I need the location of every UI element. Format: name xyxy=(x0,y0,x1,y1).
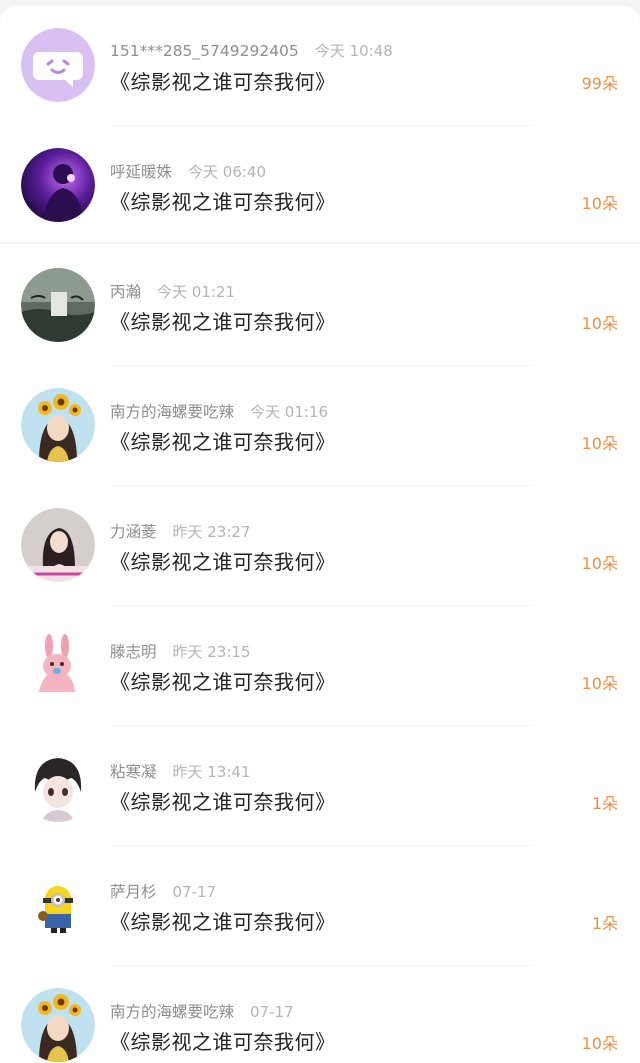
user-name: 萨月杉 xyxy=(110,883,157,901)
flower-count: 10朵 xyxy=(581,314,618,333)
timestamp: 昨天 13:41 xyxy=(172,763,251,781)
book-title: 《综影视之谁可奈我何》 xyxy=(110,1030,336,1054)
user-name: 力涵菱 xyxy=(110,523,157,541)
timestamp: 07-17 xyxy=(250,1003,294,1021)
list-item[interactable]: 萨月杉 07-17 《综影视之谁可奈我何》 1朵 xyxy=(0,846,640,966)
flower-count: 1朵 xyxy=(591,914,618,933)
user-name: 丙瀚 xyxy=(110,283,142,301)
book-title: 《综影视之谁可奈我何》 xyxy=(110,910,336,934)
list-item[interactable]: 151***285_5749292405 今天 10:48 《综影视之谁可奈我何》… xyxy=(0,6,640,126)
flower-count: 10朵 xyxy=(581,434,618,453)
pink-rabbit-avatar-icon[interactable] xyxy=(21,628,95,702)
gift-list-page: 151***285_5749292405 今天 10:48 《综影视之谁可奈我何》… xyxy=(0,0,640,1063)
dark-landscape-avatar-icon[interactable] xyxy=(21,268,95,342)
timestamp: 昨天 23:27 xyxy=(172,523,251,541)
book-title: 《综影视之谁可奈我何》 xyxy=(110,670,336,694)
user-name: 粘寒凝 xyxy=(110,763,157,781)
timestamp: 今天 10:48 xyxy=(314,42,393,60)
user-name: 呼延暖姝 xyxy=(110,163,173,181)
book-title: 《综影视之谁可奈我何》 xyxy=(110,310,336,334)
book-title: 《综影视之谁可奈我何》 xyxy=(110,550,336,574)
timestamp: 07-17 xyxy=(172,883,217,901)
list-item[interactable]: 滕志明 昨天 23:15 《综影视之谁可奈我何》 10朵 xyxy=(0,606,640,726)
book-title: 《综影视之谁可奈我何》 xyxy=(110,70,336,94)
list-item[interactable]: 南方的海螺要吃辣 07-17 《综影视之谁可奈我何》 10朵 xyxy=(0,966,640,1063)
user-name: 滕志明 xyxy=(110,643,157,661)
list-item[interactable]: 南方的海螺要吃辣 今天 01:16 《综影视之谁可奈我何》 10朵 xyxy=(0,366,640,486)
chat-bubble-avatar-icon[interactable] xyxy=(21,28,95,102)
user-name: 南方的海螺要吃辣 xyxy=(110,1003,235,1021)
user-name: 151***285_5749292405 xyxy=(110,42,299,60)
flower-count: 1朵 xyxy=(591,794,618,813)
timestamp: 昨天 23:15 xyxy=(172,643,251,661)
sunflower-girl-avatar-icon[interactable] xyxy=(21,388,95,462)
minion-avatar-icon[interactable] xyxy=(21,868,95,942)
flower-count: 10朵 xyxy=(581,554,618,573)
book-title: 《综影视之谁可奈我何》 xyxy=(110,190,336,214)
timestamp: 今天 06:40 xyxy=(188,163,267,181)
anime-boy-avatar-icon[interactable] xyxy=(21,748,95,822)
timestamp: 今天 01:16 xyxy=(250,403,329,421)
user-name: 南方的海螺要吃辣 xyxy=(110,403,235,421)
flower-count: 10朵 xyxy=(581,194,618,213)
sunflower-girl-avatar-icon[interactable] xyxy=(21,988,95,1062)
list-item[interactable]: 力涵菱 昨天 23:27 《综影视之谁可奈我何》 10朵 xyxy=(0,486,640,606)
list-item[interactable]: 粘寒凝 昨天 13:41 《综影视之谁可奈我何》 1朵 xyxy=(0,726,640,846)
purple-portrait-avatar-icon[interactable] xyxy=(21,148,95,222)
list-item[interactable]: 丙瀚 今天 01:21 《综影视之谁可奈我何》 10朵 xyxy=(0,246,640,366)
flower-count: 99朵 xyxy=(581,74,618,93)
woman-portrait-avatar-icon[interactable] xyxy=(21,508,95,582)
flower-count: 10朵 xyxy=(581,1034,618,1053)
book-title: 《综影视之谁可奈我何》 xyxy=(110,790,336,814)
list-item[interactable]: 呼延暖姝 今天 06:40 《综影视之谁可奈我何》 10朵 xyxy=(0,126,640,246)
book-title: 《综影视之谁可奈我何》 xyxy=(110,430,336,454)
flower-count: 10朵 xyxy=(581,674,618,693)
timestamp: 今天 01:21 xyxy=(157,283,236,301)
